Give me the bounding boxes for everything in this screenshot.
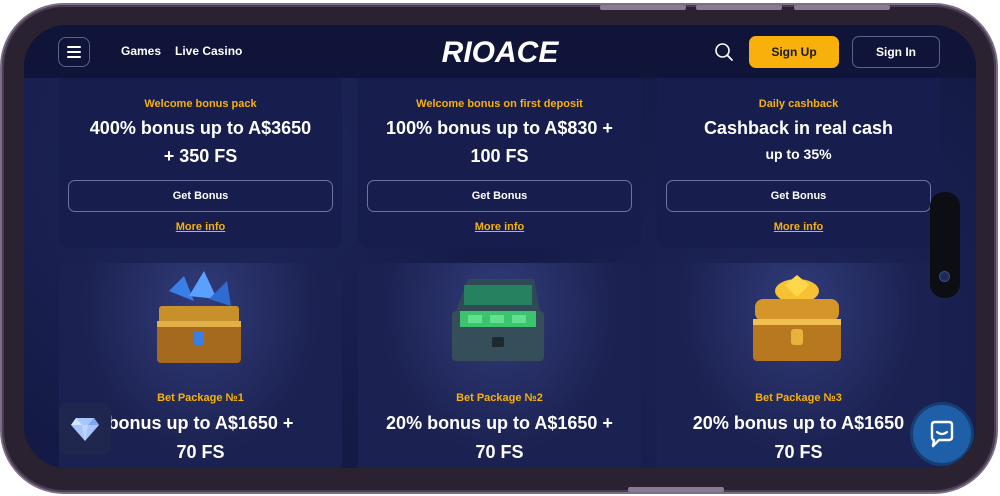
card-title: 70 FS (475, 442, 524, 462)
nav-live-casino[interactable]: Live Casino (175, 44, 242, 58)
logo-text: RIOACE (442, 36, 560, 69)
more-info-link[interactable]: More info (657, 221, 940, 233)
get-bonus-button[interactable]: Get Bonus (367, 180, 632, 212)
app-screen: Games Live Casino RIOACE Sign Up Sign In… (24, 25, 976, 468)
search-icon[interactable] (714, 42, 734, 62)
phone-camera-notch (930, 192, 960, 298)
menu-icon (67, 46, 81, 48)
card-label: Welcome bonus on first deposit (416, 98, 583, 110)
diamond-icon (71, 418, 99, 441)
menu-icon (67, 51, 81, 53)
card-subtitle: up to 35% (765, 146, 832, 162)
card-label: Welcome bonus pack (144, 98, 257, 110)
nav-games[interactable]: Games (121, 44, 161, 58)
card-title: 100% bonus up to A$830 + (386, 118, 613, 138)
diamond-rewards-button[interactable] (59, 403, 111, 455)
sign-up-button[interactable]: Sign Up (749, 36, 839, 68)
money-chest-icon (452, 279, 544, 361)
card-label: Bet Package №3 (755, 392, 842, 404)
blue-crystal-chest-icon (157, 271, 241, 363)
card-title: 20% bonus up to A$1650 + (386, 413, 613, 433)
bonus-card: Welcome bonus on first deposit 100% bonu… (358, 68, 641, 248)
menu-icon (67, 56, 81, 58)
card-title: + 350 FS (163, 146, 238, 166)
bonus-card: Daily cashback Cashback in real cash up … (657, 68, 940, 248)
bet-package-card[interactable]: Bet Package №3 20% bonus up to A$1650 70… (657, 263, 940, 468)
chat-icon (930, 420, 954, 448)
card-title: 20% bonus up to A$1650 (692, 413, 905, 433)
rioace-logo[interactable]: RIOACE (430, 34, 570, 70)
phone-button-top (696, 5, 782, 10)
card-title: Cashback in real cash (703, 118, 894, 138)
sign-in-button[interactable]: Sign In (852, 36, 940, 68)
phone-button-bottom (628, 487, 724, 492)
phone-button-top (794, 5, 890, 10)
more-info-link[interactable]: More info (358, 221, 641, 233)
card-title: 400% bonus up to A$3650 (89, 118, 312, 138)
camera-lens-icon (940, 272, 949, 281)
phone-button-top (600, 5, 686, 10)
top-header: Games Live Casino RIOACE Sign Up Sign In (24, 25, 976, 78)
live-chat-button[interactable] (913, 405, 971, 463)
bonus-card: Welcome bonus pack 400% bonus up to A$36… (59, 68, 342, 248)
card-title: 100 FS (470, 146, 529, 166)
card-title: 70 FS (774, 442, 823, 462)
card-label: Bet Package №2 (456, 392, 543, 404)
card-label: Daily cashback (758, 98, 839, 110)
menu-button[interactable] (58, 37, 90, 67)
get-bonus-button[interactable]: Get Bonus (666, 180, 931, 212)
bet-package-card[interactable]: Bet Package №2 20% bonus up to A$1650 + … (358, 263, 641, 468)
more-info-link[interactable]: More info (59, 221, 342, 233)
gold-chest-icon (753, 275, 841, 361)
get-bonus-button[interactable]: Get Bonus (68, 180, 333, 212)
